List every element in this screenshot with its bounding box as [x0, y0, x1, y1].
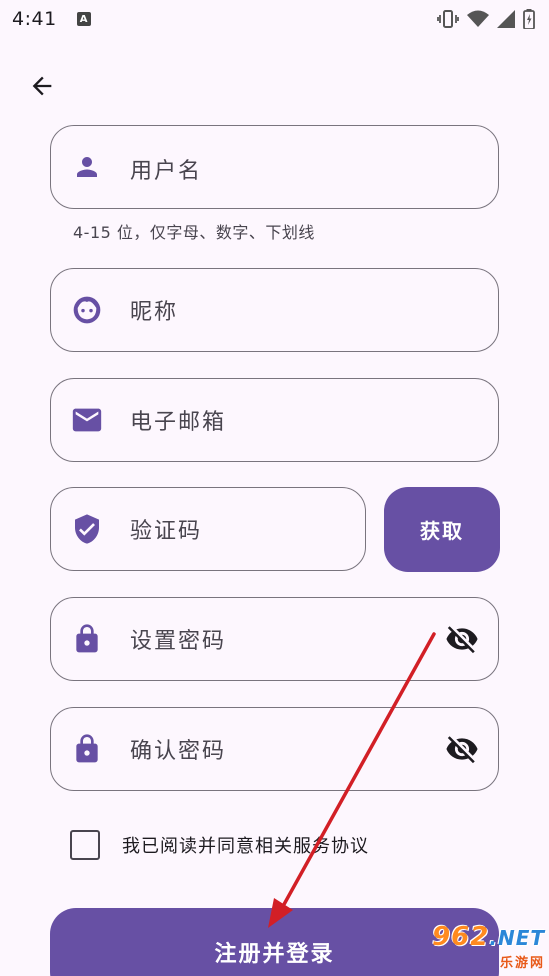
- eye-off-icon: [446, 736, 478, 764]
- signal-icon: [497, 10, 515, 28]
- watermark-site-name: 乐游网: [499, 956, 545, 971]
- status-bar: 4:41 A: [0, 0, 549, 38]
- confirm-password-visibility-toggle[interactable]: [444, 731, 480, 767]
- nickname-field[interactable]: 昵称: [50, 268, 499, 352]
- confirm-password-field[interactable]: 确认密码: [50, 707, 499, 791]
- face-icon: [70, 293, 104, 327]
- lock-icon: [70, 622, 104, 656]
- battery-icon: [523, 9, 535, 29]
- password-label: 设置密码: [130, 629, 227, 654]
- status-time: 4:41: [12, 8, 57, 30]
- status-icons: [437, 9, 535, 29]
- mail-icon: [70, 403, 104, 437]
- person-icon: [70, 150, 104, 184]
- watermark-logo: 962.NET 乐游网: [419, 922, 545, 972]
- confirm-password-label: 确认密码: [130, 739, 227, 764]
- verification-code-field[interactable]: 验证码: [50, 487, 366, 571]
- watermark-number: 962: [432, 922, 490, 952]
- register-and-login-label: 注册并登录: [214, 942, 335, 967]
- wifi-icon: [467, 10, 489, 27]
- agreement-checkbox[interactable]: [70, 830, 100, 860]
- email-field[interactable]: 电子邮箱: [50, 378, 499, 462]
- username-label: 用户名: [130, 159, 203, 184]
- notification-badge: A: [76, 12, 91, 26]
- username-helper-text: 4-15 位，仅字母、数字、下划线: [73, 223, 315, 242]
- verification-code-label: 验证码: [130, 519, 203, 544]
- username-field[interactable]: 用户名: [50, 125, 499, 209]
- watermark-suffix: .NET: [489, 926, 545, 950]
- back-button[interactable]: [22, 66, 62, 106]
- get-code-button[interactable]: 获取: [384, 487, 500, 572]
- password-field[interactable]: 设置密码: [50, 597, 499, 681]
- vibrate-icon: [437, 10, 459, 28]
- lock-icon: [70, 732, 104, 766]
- eye-off-icon: [446, 626, 478, 654]
- shield-icon: [70, 512, 104, 546]
- agreement-text[interactable]: 我已阅读并同意相关服务协议: [122, 832, 369, 858]
- password-visibility-toggle[interactable]: [444, 621, 480, 657]
- email-label: 电子邮箱: [130, 410, 227, 435]
- agreement-row: 我已阅读并同意相关服务协议: [70, 830, 369, 860]
- arrow-left-icon: [32, 76, 52, 96]
- nickname-label: 昵称: [130, 300, 179, 325]
